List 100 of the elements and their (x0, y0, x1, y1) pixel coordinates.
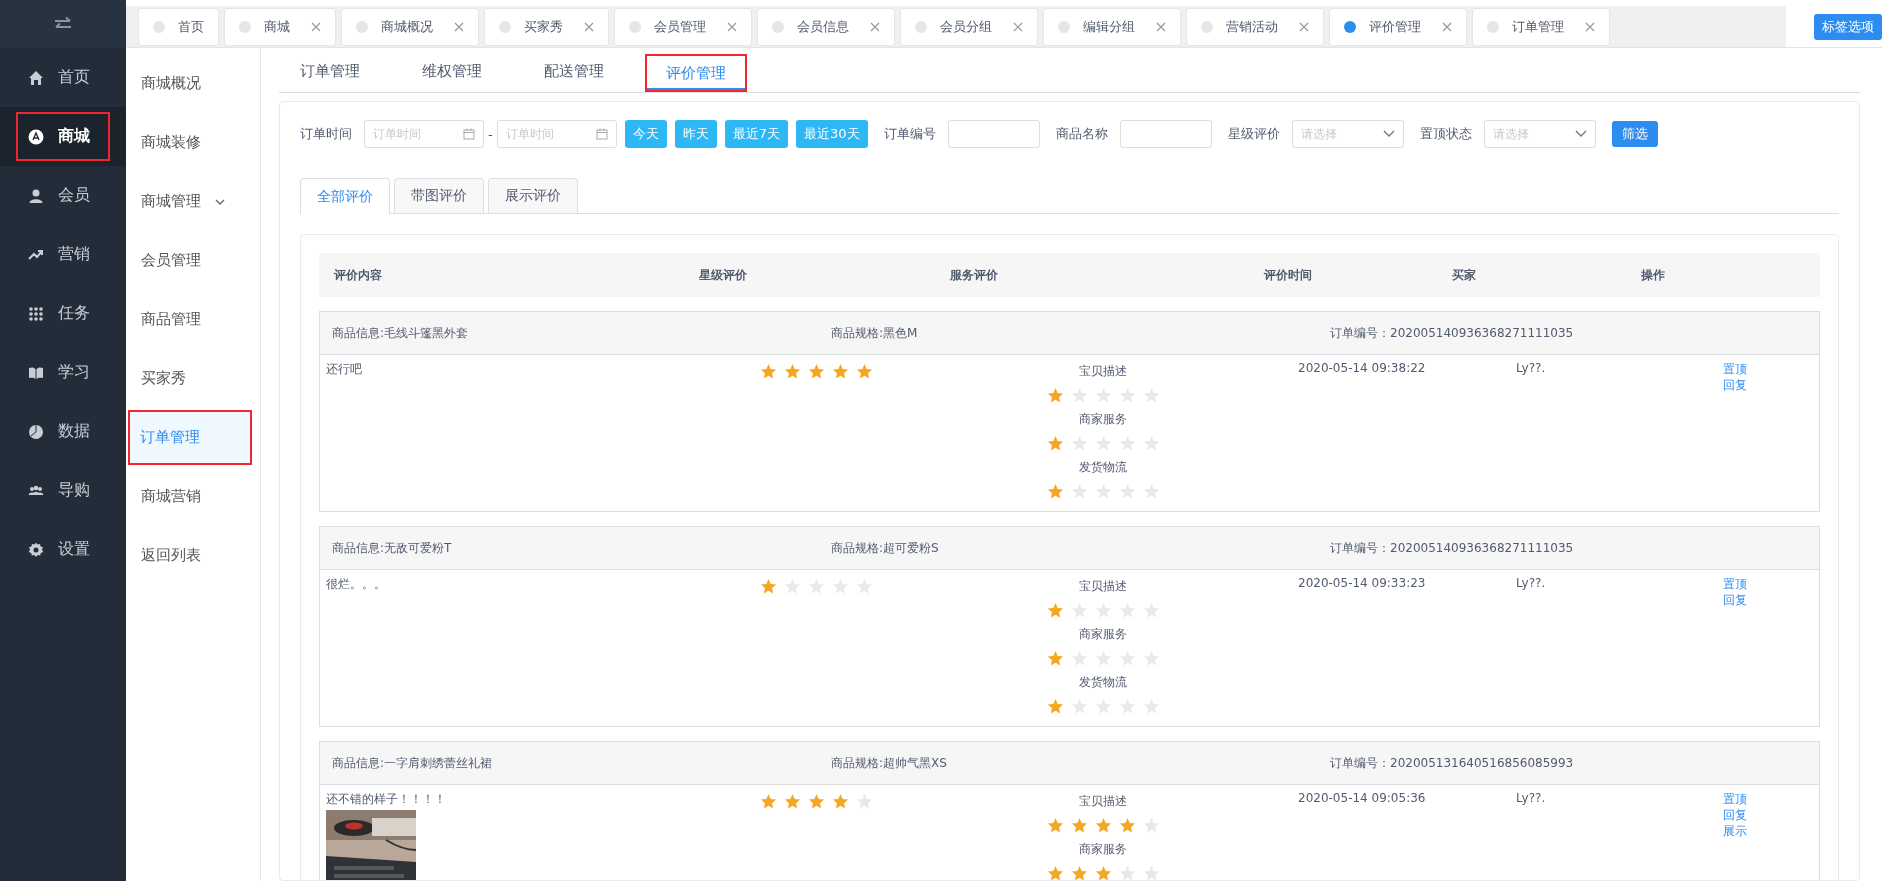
sidebar-item[interactable]: 学习 (0, 343, 126, 402)
order-number: 订单编号：202005140936368271111035 (1330, 324, 1575, 342)
submenu-item[interactable]: 会员管理 (126, 231, 256, 290)
column-header: 星级评价 (699, 266, 748, 284)
chevron-down-icon (215, 198, 225, 205)
open-tab[interactable]: 评价管理 (1329, 7, 1467, 46)
close-icon (454, 21, 464, 32)
open-tab[interactable]: 营销活动 (1186, 7, 1324, 46)
review-tab[interactable]: 全部评价 (300, 178, 390, 214)
column-header: 操作 (1641, 266, 1666, 284)
sidebar-item[interactable]: 任务 (0, 284, 126, 343)
close-icon (1299, 21, 1309, 32)
column-header: 评价时间 (1264, 266, 1313, 284)
rating-label: 商家服务 (1079, 841, 1127, 858)
page-tab[interactable]: 评价管理 (645, 54, 747, 92)
rating-label: 商家服务 (1079, 626, 1127, 643)
book-icon (28, 364, 44, 381)
status-dot-icon (629, 20, 641, 33)
close-icon (1156, 21, 1166, 32)
filter-label: 订单编号 (883, 125, 936, 143)
star-icon (1046, 817, 1064, 834)
review-tab[interactable]: 展示评价 (488, 178, 578, 213)
page-tab[interactable]: 配送管理 (523, 48, 625, 92)
page-tab[interactable]: 订单管理 (279, 48, 381, 92)
settings-icon (28, 541, 44, 558)
product-info: 商品信息:毛线斗篷黑外套 (332, 324, 470, 342)
sidebar-item[interactable]: 数据 (0, 402, 126, 461)
status-dot-icon (1487, 20, 1499, 33)
open-tab[interactable]: 买家秀 (484, 7, 609, 46)
order-number: 订单编号：202005140936368271111035 (1330, 539, 1575, 557)
input-field[interactable] (947, 120, 1040, 148)
submenu-item[interactable]: 商城营销 (126, 467, 256, 526)
submenu-item[interactable]: 商品管理 (126, 290, 256, 349)
sidebar-item[interactable]: 商城 (0, 107, 126, 166)
rating-label: 宝贝描述 (1079, 363, 1127, 380)
submenu-item[interactable]: 商城管理 (126, 172, 256, 231)
star-icon (1046, 483, 1064, 500)
filter-label: 订单时间 (300, 125, 352, 143)
star-icon (1118, 817, 1136, 834)
action-link[interactable]: 置顶 (1723, 576, 1747, 592)
star-icon (784, 793, 801, 810)
action-link[interactable]: 展示 (1723, 823, 1747, 839)
filter-label: 商品名称 (1055, 125, 1108, 143)
status-dot-icon (356, 20, 368, 33)
sidebar-item[interactable]: 首页 (0, 48, 126, 107)
column-header: 评价内容 (334, 266, 383, 284)
submenu-item[interactable]: 买家秀 (126, 349, 256, 408)
action-link[interactable]: 回复 (1723, 377, 1747, 393)
buyer-name: Ly??. (1516, 576, 1546, 590)
order-number: 订单编号：202005131640516856085993 (1330, 754, 1575, 772)
submenu-item[interactable]: 商城装修 (126, 113, 256, 172)
action-link[interactable]: 回复 (1723, 807, 1747, 823)
open-tab[interactable]: 订单管理 (1472, 7, 1610, 46)
page-tab[interactable]: 维权管理 (401, 48, 503, 92)
product-info: 商品信息:一字肩刺绣蕾丝礼裙 (332, 754, 494, 772)
input-field[interactable] (1119, 120, 1212, 148)
action-link[interactable]: 置顶 (1723, 791, 1747, 807)
open-tab[interactable]: 商城概况 (341, 7, 479, 46)
submenu-item[interactable]: 商城概况 (126, 54, 256, 113)
close-icon (1442, 21, 1452, 32)
status-dot-icon (153, 20, 165, 33)
sidebar-item[interactable]: 会员 (0, 166, 126, 225)
review-text: 还行吧 (326, 361, 363, 378)
buyer-name: Ly??. (1516, 791, 1546, 805)
submenu-item[interactable]: 返回列表 (126, 526, 256, 585)
filter-label: 置顶状态 (1419, 125, 1472, 143)
star-icon (832, 793, 849, 810)
close-icon (1585, 21, 1595, 32)
open-tab[interactable]: 会员管理 (614, 7, 752, 46)
sidebar-item[interactable]: 导购 (0, 461, 126, 520)
review-time: 2020-05-14 09:38:22 (1298, 361, 1426, 375)
status-dot-icon (239, 20, 251, 33)
star-icon (760, 363, 777, 380)
open-tab[interactable]: 会员分组 (900, 7, 1038, 46)
status-dot-icon (499, 20, 511, 33)
star-icon (760, 578, 777, 595)
sidebar-item[interactable]: 设置 (0, 520, 126, 579)
star-icon (856, 363, 873, 380)
rating-label: 商家服务 (1079, 411, 1127, 428)
close-icon (870, 21, 880, 32)
open-tab[interactable]: 会员信息 (757, 7, 895, 46)
open-tab[interactable]: 首页 (138, 7, 219, 46)
product-spec: 商品规格:超帅气黑XS (831, 754, 948, 772)
star-icon (1070, 865, 1088, 880)
star-icon (1046, 602, 1064, 619)
grid-icon (28, 305, 44, 322)
star-icon (832, 363, 849, 380)
star-icon (808, 793, 825, 810)
product-spec: 商品规格:超可爱粉S (831, 539, 940, 557)
status-dot-icon (1201, 20, 1213, 33)
close-icon (311, 21, 321, 32)
star-icon (1046, 650, 1064, 667)
close-icon (1013, 21, 1023, 32)
action-link[interactable]: 置顶 (1723, 361, 1747, 377)
review-tab[interactable]: 带图评价 (394, 178, 484, 213)
open-tab[interactable]: 编辑分组 (1043, 7, 1181, 46)
sidebar-item[interactable]: 营销 (0, 225, 126, 284)
action-link[interactable]: 回复 (1723, 592, 1747, 608)
open-tab[interactable]: 商城 (224, 7, 336, 46)
pie-chart-icon (28, 423, 44, 440)
